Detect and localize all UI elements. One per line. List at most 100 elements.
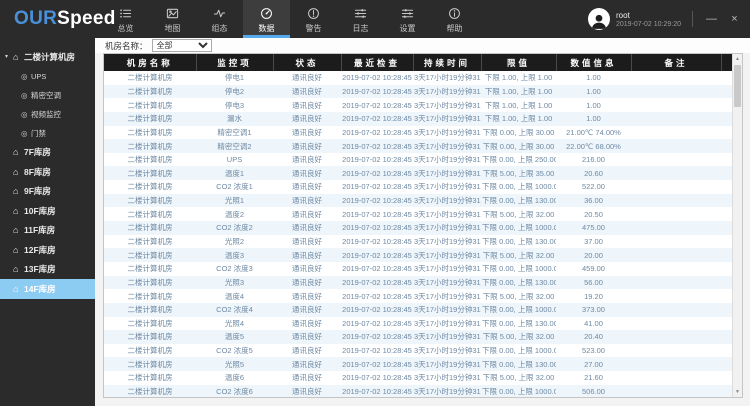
table-row[interactable]: 二楼计算机房CO2 浓度6通讯良好2019-07-02 10:28:453天17…: [104, 385, 732, 398]
scroll-up-icon[interactable]: ▲: [733, 54, 742, 64]
column-header[interactable]: 监控项: [196, 54, 273, 71]
sidebar-item-14f-storeroom[interactable]: ⌂14F库房: [0, 279, 95, 299]
table-cell: 下限 0.00, 上限 1000.00: [481, 221, 556, 235]
avatar: [588, 8, 610, 30]
username: root: [616, 11, 681, 20]
nav-item-log[interactable]: 日志: [337, 0, 384, 38]
sidebar-item-12f-storeroom[interactable]: ⌂12F库房: [0, 240, 95, 260]
table-row[interactable]: 二楼计算机房光照5通讯良好2019-07-02 10:28:453天17小时19…: [104, 357, 732, 371]
sidebar-item-11f-storeroom[interactable]: ⌂11F库房: [0, 221, 95, 241]
column-header[interactable]: 备注: [631, 54, 721, 71]
table-row[interactable]: 二楼计算机房光照4通讯良好2019-07-02 10:28:453天17小时19…: [104, 317, 732, 331]
close-button[interactable]: ×: [727, 13, 742, 25]
table-cell: 3天17小时19分钟31秒: [413, 385, 481, 398]
table-row[interactable]: 二楼计算机房温度6通讯良好2019-07-02 10:28:453天17小时19…: [104, 371, 732, 385]
table-row[interactable]: 二楼计算机房温度1通讯良好2019-07-02 10:28:453天17小时19…: [104, 166, 732, 180]
sidebar-item-label: 12F库房: [24, 244, 56, 256]
table-cell: 通讯良好: [273, 153, 341, 167]
table-row[interactable]: 二楼计算机房光照3通讯良好2019-07-02 10:28:453天17小时19…: [104, 276, 732, 290]
table-cell: 二楼计算机房: [104, 344, 196, 358]
column-header[interactable]: 最近检查: [341, 54, 413, 71]
window-controls-divider: [692, 11, 693, 27]
table-cell: 下限 1.00, 上限 1.00: [481, 85, 556, 99]
table-cell: 下限 5.00, 上限 32.00: [481, 248, 556, 262]
table-row[interactable]: 二楼计算机房温度5通讯良好2019-07-02 10:28:453天17小时19…: [104, 330, 732, 344]
table-row[interactable]: 二楼计算机房停电2通讯良好2019-07-02 10:28:453天17小时19…: [104, 85, 732, 99]
table-cell: 二楼计算机房: [104, 371, 196, 385]
nav-item-alert[interactable]: 警告: [290, 0, 337, 38]
table-row[interactable]: 二楼计算机房精密空调2通讯良好2019-07-02 10:28:453天17小时…: [104, 139, 732, 153]
table-row[interactable]: 二楼计算机房停电1通讯良好2019-07-02 10:28:453天17小时19…: [104, 71, 732, 85]
table-cell: 2019-07-02 10:28:45: [341, 207, 413, 221]
scrollbar-thumb[interactable]: [734, 65, 741, 107]
sidebar-item-9f-storeroom[interactable]: ⌂9F库房: [0, 182, 95, 202]
nav-item-map[interactable]: 地图: [149, 0, 196, 38]
table-scrollbar[interactable]: ▲ ▼: [732, 54, 742, 397]
room-filter-select[interactable]: 全部: [152, 39, 212, 52]
table-row[interactable]: 二楼计算机房CO2 浓度4通讯良好2019-07-02 10:28:453天17…: [104, 303, 732, 317]
scroll-down-icon[interactable]: ▼: [733, 387, 742, 397]
table-row[interactable]: 二楼计算机房光照2通讯良好2019-07-02 10:28:453天17小时19…: [104, 235, 732, 249]
header-row: 机房名称监控项状态最近检查持续时间限值数值信息备注: [104, 54, 732, 71]
table-cell: [631, 289, 721, 303]
table-cell-spacer: [721, 139, 732, 153]
table-row[interactable]: 二楼计算机房CO2 浓度2通讯良好2019-07-02 10:28:453天17…: [104, 221, 732, 235]
table-cell: 2019-07-02 10:28:45: [341, 276, 413, 290]
table-cell-spacer: [721, 371, 732, 385]
column-header[interactable]: 持续时间: [413, 54, 481, 71]
sidebar-subitem-precision-ac[interactable]: ◎精密空调: [0, 86, 95, 105]
table-row[interactable]: 二楼计算机房停电3通讯良好2019-07-02 10:28:453天17小时19…: [104, 98, 732, 112]
sidebar-subitem-access-control[interactable]: ◎门禁: [0, 124, 95, 143]
column-header[interactable]: 机房名称: [104, 54, 196, 71]
sidebar-subitem-video-monitor[interactable]: ◎视频监控: [0, 105, 95, 124]
sidebar-item-13f-storeroom[interactable]: ⌂13F库房: [0, 260, 95, 280]
column-header[interactable]: 状态: [273, 54, 341, 71]
table-cell: 21.60: [556, 371, 631, 385]
sliders-icon: [354, 7, 367, 21]
main-content: 机房名称： 全部 机房名称监控项状态最近检查持续时间限值数值信息备注 二楼计算机…: [95, 38, 750, 406]
table-cell: 3天17小时19分钟31秒: [413, 248, 481, 262]
table-cell-spacer: [721, 303, 732, 317]
nav-item-config[interactable]: 组态: [196, 0, 243, 38]
table-cell: 2019-07-02 10:28:45: [341, 71, 413, 85]
table-cell: 通讯良好: [273, 98, 341, 112]
table-cell: 通讯良好: [273, 139, 341, 153]
sidebar-item-8f-storeroom[interactable]: ⌂8F库房: [0, 162, 95, 182]
table-cell: 二楼计算机房: [104, 207, 196, 221]
table-row[interactable]: 二楼计算机房CO2 浓度1通讯良好2019-07-02 10:28:453天17…: [104, 180, 732, 194]
table-cell: 2019-07-02 10:28:45: [341, 371, 413, 385]
nav-item-data[interactable]: 数据: [243, 0, 290, 38]
table-cell: 3天17小时19分钟31秒: [413, 317, 481, 331]
table-cell: 2019-07-02 10:28:45: [341, 85, 413, 99]
sidebar-subitem-ups[interactable]: ◎UPS: [0, 67, 95, 86]
table-header: 机房名称监控项状态最近检查持续时间限值数值信息备注: [104, 54, 732, 71]
table-row[interactable]: 二楼计算机房漏水通讯良好2019-07-02 10:28:453天17小时19分…: [104, 112, 732, 126]
nav-item-help[interactable]: 帮助: [431, 0, 478, 38]
nav-item-settings[interactable]: 设置: [384, 0, 431, 38]
table-row[interactable]: 二楼计算机房UPS通讯良好2019-07-02 10:28:453天17小时19…: [104, 153, 732, 167]
table-row[interactable]: 二楼计算机房光照1通讯良好2019-07-02 10:28:453天17小时19…: [104, 194, 732, 208]
sidebar-item-7f-storeroom[interactable]: ⌂7F库房: [0, 143, 95, 163]
table-row[interactable]: 二楼计算机房精密空调1通讯良好2019-07-02 10:28:453天17小时…: [104, 126, 732, 140]
table-row[interactable]: 二楼计算机房CO2 浓度3通讯良好2019-07-02 10:28:453天17…: [104, 262, 732, 276]
table-cell: 温度1: [196, 166, 273, 180]
table-row[interactable]: 二楼计算机房温度3通讯良好2019-07-02 10:28:453天17小时19…: [104, 248, 732, 262]
user-info[interactable]: root 2019-07-02 10:29:20: [588, 8, 681, 30]
table-cell: 温度3: [196, 248, 273, 262]
column-header[interactable]: 限值: [481, 54, 556, 71]
table-row[interactable]: 二楼计算机房温度2通讯良好2019-07-02 10:28:453天17小时19…: [104, 207, 732, 221]
table-row[interactable]: 二楼计算机房温度4通讯良好2019-07-02 10:28:453天17小时19…: [104, 289, 732, 303]
minimize-button[interactable]: —: [704, 13, 719, 25]
sidebar-item-10f-storeroom[interactable]: ⌂10F库房: [0, 201, 95, 221]
nav-item-overview[interactable]: 总览: [102, 0, 149, 38]
table-cell: 下限 5.00, 上限 32.00: [481, 330, 556, 344]
column-header[interactable]: 数值信息: [556, 54, 631, 71]
table-cell: 2019-07-02 10:28:45: [341, 357, 413, 371]
table-cell: 二楼计算机房: [104, 85, 196, 99]
table-cell: 下限 0.00, 上限 130.00: [481, 194, 556, 208]
tree-expand-icon[interactable]: ▾: [5, 53, 13, 60]
table-cell: 温度6: [196, 371, 273, 385]
table-row[interactable]: 二楼计算机房CO2 浓度5通讯良好2019-07-02 10:28:453天17…: [104, 344, 732, 358]
sidebar-item-2f-computer-room[interactable]: ▾⌂二楼计算机房: [0, 47, 95, 67]
table-cell: 下限 1.00, 上限 1.00: [481, 112, 556, 126]
